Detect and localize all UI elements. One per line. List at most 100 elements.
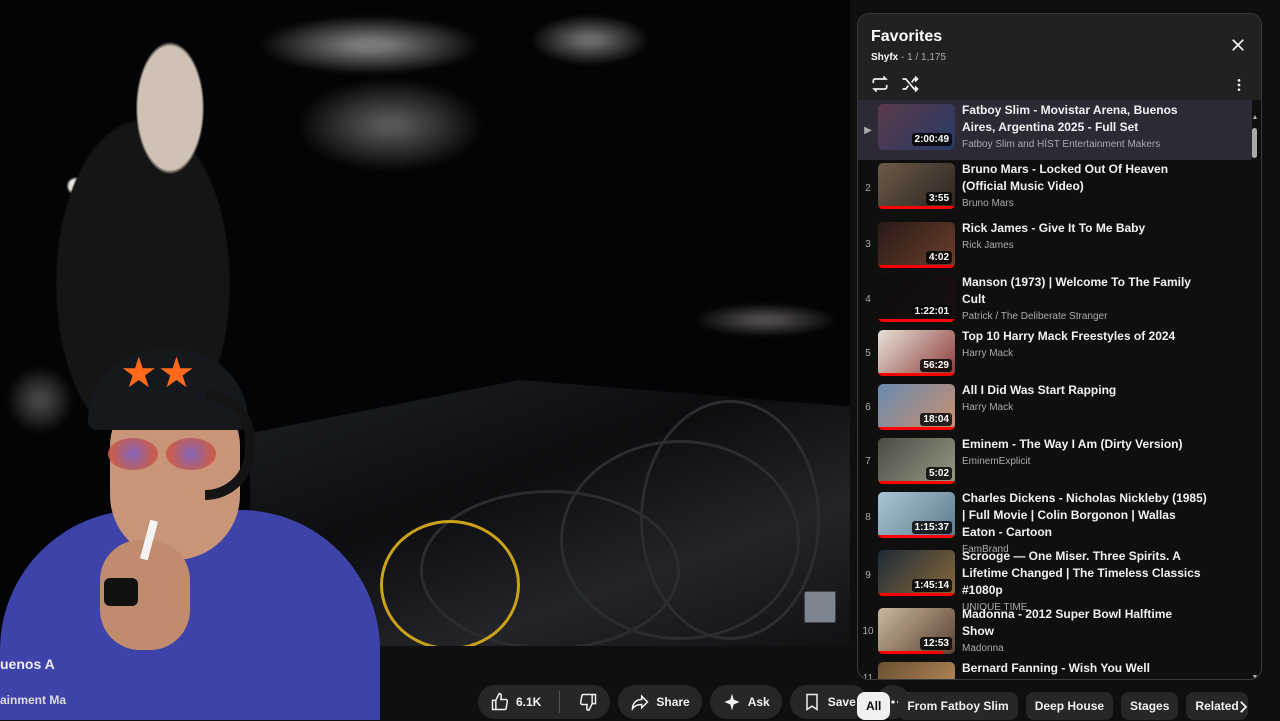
playlist-scrollbar[interactable]: ▲ ▼ [1251,114,1259,679]
playlist-item[interactable]: 5 56:29 Top 10 Harry Mack Freestyles of 20… [858,326,1252,380]
loop-icon[interactable] [870,74,890,94]
ask-button[interactable]: Ask [709,685,782,719]
watch-progress-bar [878,481,955,484]
duration-badge: 56:29 [920,359,952,372]
playlist-owner[interactable]: Shyfx [871,52,898,63]
playlist-item-index: 10 [862,625,874,637]
playlist-item-thumbnail[interactable]: 1:15:37 [878,492,955,538]
playlist-item-text: Manson (1973) | Welcome To The Family Cu… [962,274,1207,322]
playlist-item-thumbnail[interactable]: 2:00:49 [878,104,955,150]
share-label: Share [656,695,690,709]
now-playing-icon: ▶ [864,124,872,136]
playlist-item-title[interactable]: Bernard Fanning - Wish You Well [962,660,1207,677]
playlist-item-channel: Bruno Mars [962,198,1014,209]
playlist-item[interactable]: 8 1:15:37 Charles Dickens - Nicholas Nickl… [858,488,1252,555]
playlist-item-channel: Harry Mack [962,348,1014,359]
filter-chip[interactable]: Stages [1121,692,1179,720]
playlist-item-index: 8 [865,511,871,523]
playlist-item-title[interactable]: Charles Dickens - Nicholas Nickleby (198… [962,490,1207,541]
playlist-item[interactable]: 9 1:45:14 Scrooge — One Miser. Three Spiri… [858,546,1252,613]
like-button[interactable]: 6.1K [478,685,553,719]
playlist-item-channel: Rick James [962,240,1014,251]
more-vertical-icon[interactable] [1231,76,1247,94]
playlist-item-thumbnail[interactable]: 1:45:14 [878,550,955,596]
like-count: 6.1K [516,695,542,709]
playlist-item-text: Bernard Fanning - Wish You Well [962,660,1207,677]
playlist-item[interactable]: ▶ 2:00:49 Fatboy Slim - Movistar Arena, Bu… [858,100,1252,160]
duration-badge: 18:04 [920,413,952,426]
scroll-up-icon[interactable]: ▲ [1251,114,1259,121]
duration-badge: 1:45:14 [911,579,952,592]
playlist-item-thumbnail[interactable]: 1:22:01 [878,276,955,322]
divider [559,691,561,713]
playlist-item-index: 11 [862,672,874,680]
playlist-item-index: 2 [865,182,871,194]
playlist-item-text: Rick James - Give It To Me Baby Rick Jame… [962,220,1207,251]
duration-badge: 2:00:49 [911,133,952,146]
save-label: Save [827,695,856,709]
watch-progress-bar [878,593,955,596]
sunglasses [108,438,218,472]
playlist-item[interactable]: 10 12:53 Madonna - 2012 Super Bowl Halftim… [858,604,1252,658]
duration-badge: 3:55 [925,192,952,205]
playlist-item-thumbnail[interactable]: 5:02 [878,438,955,484]
watch-progress-bar [878,206,955,209]
webcam-overlay: ★★ [0,330,380,720]
video-channel-name[interactable]: ainment Ma [0,693,66,707]
video-title: uenos A [0,656,55,672]
playlist-item[interactable]: 11 Bernard Fanning - Wish You Well [858,658,1252,680]
playlist-item-text: Fatboy Slim - Movistar Arena, Buenos Air… [962,102,1207,150]
watch-progress-bar [878,427,955,430]
stage-light [680,300,850,340]
close-icon[interactable] [1229,36,1247,54]
shuffle-icon[interactable] [900,74,920,94]
playlist-position: - 1 / 1,175 [898,52,947,63]
playlist-item-title[interactable]: Eminem - The Way I Am (Dirty Version) [962,436,1207,453]
playlist-item-thumbnail[interactable]: 56:29 [878,330,955,376]
scrollbar-thumb[interactable] [1252,128,1257,158]
filter-chips: All From Fatboy Slim Deep House Stages Relat… [857,692,1248,720]
playlist-item[interactable]: 7 5:02 Eminem - The Way I Am (Dirty Versio… [858,434,1252,488]
playlist-item[interactable]: 6 18:04 All I Did Was Start Rapping Harry M… [858,380,1252,434]
playlist-item-channel: Patrick / The Deliberate Stranger [962,311,1108,322]
playlist-item[interactable]: 3 4:02 Rick James - Give It To Me Baby Rick… [858,218,1252,270]
playlist-item-title[interactable]: Bruno Mars - Locked Out Of Heaven (Offic… [962,161,1207,195]
playlist-title[interactable]: Favorites [871,28,1249,46]
playlist-item-thumbnail[interactable]: 12:53 [878,608,955,654]
playlist-item-index: 7 [865,455,871,467]
duration-badge: 12:53 [920,637,952,650]
playlist-items: ▶ 2:00:49 Fatboy Slim - Movistar Arena, Bu… [858,100,1261,680]
filter-chip[interactable]: From Fatboy Slim [898,692,1018,720]
duration-badge: 1:15:37 [911,521,952,534]
playlist-item-channel: Harry Mack [962,402,1014,413]
chevron-right-icon[interactable] [1230,694,1256,720]
playlist-item[interactable]: 2 3:55 Bruno Mars - Locked Out Of Heaven (… [858,159,1252,217]
playlist-item-thumbnail[interactable]: 18:04 [878,384,955,430]
playlist-item-title[interactable]: Scrooge — One Miser. Three Spirits. A Li… [962,548,1207,599]
filter-chip[interactable]: All [857,692,891,720]
watch-progress-bar [878,265,955,268]
filter-chip[interactable]: Deep House [1025,692,1114,720]
playlist-item-index: 4 [865,293,871,305]
share-icon [632,694,649,712]
bookmark-icon [805,693,818,711]
playlist-item-text: Eminem - The Way I Am (Dirty Version) Emi… [962,436,1207,467]
playlist-item-title[interactable]: Madonna - 2012 Super Bowl Halftime Show [962,606,1207,640]
playlist-item-title[interactable]: Rick James - Give It To Me Baby [962,220,1207,237]
scroll-down-icon[interactable]: ▼ [1251,674,1259,679]
thumbs-up-icon [491,692,509,711]
stage-light [240,10,500,80]
playlist-item[interactable]: 4 1:22:01 Manson (1973) | Welcome To The F… [858,272,1252,326]
playlist-item-title[interactable]: Fatboy Slim - Movistar Arena, Buenos Air… [962,102,1207,136]
playlist-item-thumbnail[interactable]: 4:02 [878,222,955,268]
playlist-item-thumbnail[interactable]: 3:55 [878,163,955,209]
playlist-item-title[interactable]: All I Did Was Start Rapping [962,382,1207,399]
dislike-button[interactable] [566,685,610,719]
stage-light [280,70,500,180]
share-button[interactable]: Share [618,685,702,719]
overlay-avatar-thumbnail [804,591,836,623]
playlist-item-text: Top 10 Harry Mack Freestyles of 2024 Harr… [962,328,1207,359]
playlist-item-thumbnail[interactable] [878,662,955,679]
playlist-item-title[interactable]: Manson (1973) | Welcome To The Family Cu… [962,274,1207,308]
playlist-item-title[interactable]: Top 10 Harry Mack Freestyles of 2024 [962,328,1207,345]
